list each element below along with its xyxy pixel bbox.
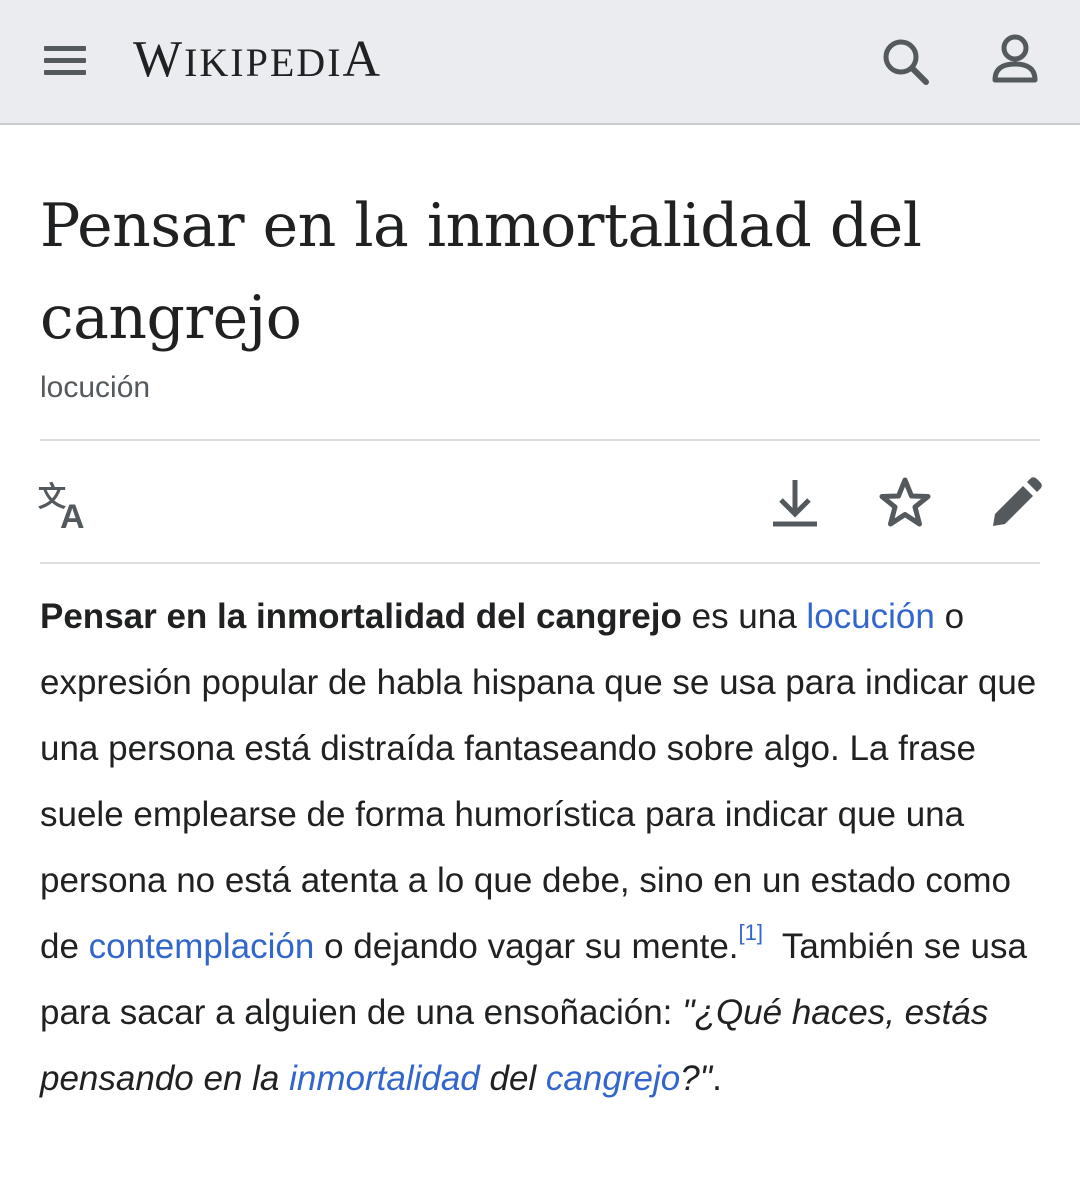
watch-star-button[interactable] [873,472,937,536]
reference-link[interactable]: [1] [739,920,763,945]
user-icon [992,34,1038,83]
body-text: . [712,1059,722,1098]
search-button[interactable] [876,32,936,92]
hamburger-menu-icon [44,46,86,51]
body-text: o expresión popular de habla hispana que… [40,597,1037,966]
lead-bold-term: Pensar en la inmortalidad del cangrejo [40,597,682,636]
hamburger-menu-icon-line [44,70,86,75]
link-locucion[interactable]: locución [806,597,934,636]
body-text: o dejando vagar su mente. [314,927,739,966]
hamburger-menu-icon-line [44,58,86,63]
article-lead-paragraph: Pensar en la inmortalidad del cangrejo e… [40,584,1045,1112]
logo-middle: IKIPEDI [184,40,343,85]
search-icon [883,39,929,85]
main-menu-button[interactable] [40,38,90,82]
page-subtitle: locución [40,371,151,404]
body-text: es una [681,597,807,636]
quote-text: del [479,1059,546,1098]
download-button[interactable] [763,472,827,536]
divider [40,439,1040,441]
logo-initial: W [133,31,185,88]
star-icon [879,477,931,527]
top-bar: WIKIPEDIA [0,0,1080,125]
download-icon [773,480,817,527]
language-button[interactable]: 文 A [34,472,98,536]
link-inmortalidad[interactable]: inmortalidad [289,1059,480,1098]
page-title: Pensar en la inmortalidad del cangrejo [40,191,922,353]
translate-icon: 文 A [38,480,85,536]
user-menu-button[interactable] [985,30,1045,90]
pencil-icon [993,477,1042,526]
link-contemplacion[interactable]: contemplación [89,927,315,966]
link-cangrejo[interactable]: cangrejo [546,1059,680,1098]
logo-final: A [342,31,383,88]
quote-text: ?" [680,1059,713,1098]
svg-text:A: A [60,498,85,536]
wikipedia-logo[interactable]: WIKIPEDIA [133,28,382,95]
divider [40,562,1040,564]
edit-button[interactable] [983,472,1047,536]
